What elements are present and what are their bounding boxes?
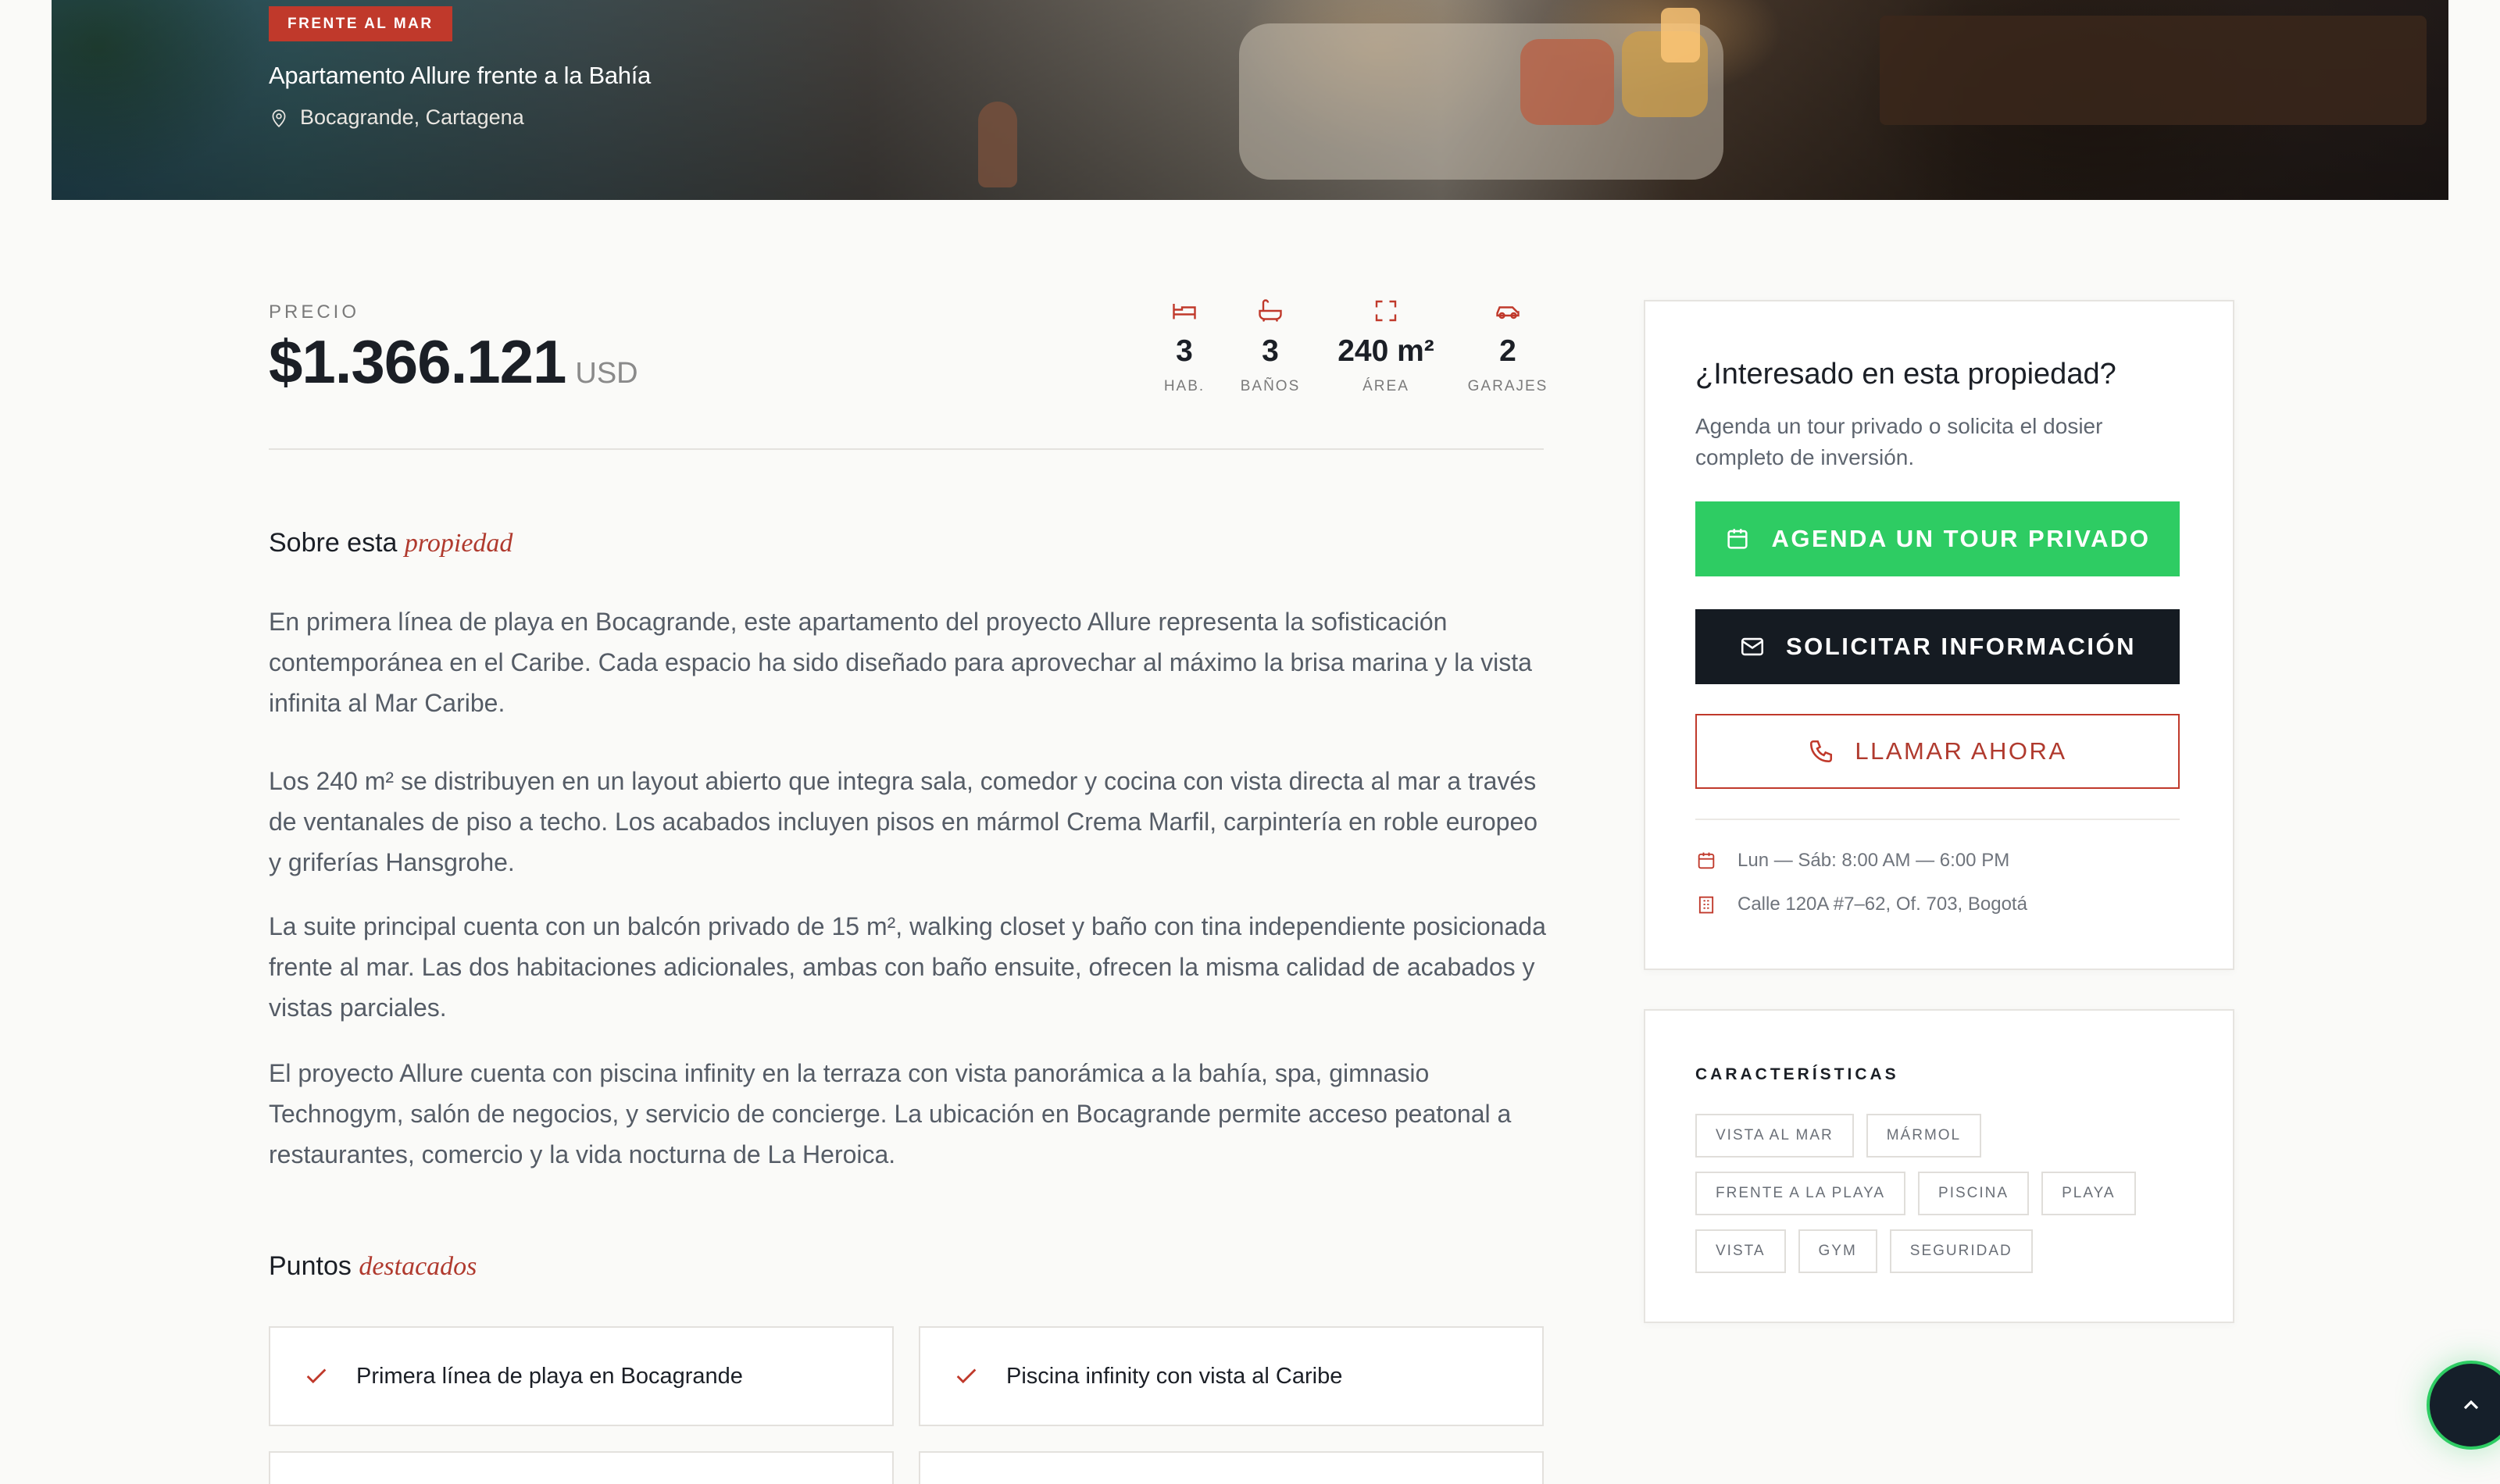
feature-tag: VISTA [1695,1229,1786,1273]
divider [269,448,1544,450]
contact-card: ¿Interesado en esta propiedad? Agenda un… [1644,300,2234,970]
about-title: Sobre esta propiedad [269,528,512,558]
check-icon [306,1368,327,1384]
stat-garages: 2 GARAJES [1453,297,1562,395]
property-location: Bocagrande, Cartagena [269,105,651,130]
about-paragraph: La suite principal cuenta con un balcón … [269,912,1546,1022]
about-title-emphasis: propiedad [404,529,513,558]
call-now-button[interactable]: LLAMAR AHORA [1695,714,2180,789]
highlight-item [919,1451,1544,1484]
highlight-item: Primera línea de playa en Bocagrande [269,1326,894,1426]
features-title: CARACTERÍSTICAS [1695,1065,1899,1083]
chevron-up-icon [2463,1400,2479,1410]
stat-area: 240 m² ÁREA [1331,297,1441,395]
check-icon [956,1368,977,1384]
highlights-title-plain: Puntos [269,1251,352,1281]
features-card: CARACTERÍSTICAS VISTA AL MAR MÁRMOL FREN… [1644,1009,2234,1323]
phone-icon [1810,740,1833,763]
feature-tag: PISCINA [1918,1172,2030,1215]
highlights-title-emphasis: destacados [359,1252,477,1281]
bed-icon [1173,304,1196,319]
hero-image: FRENTE AL MAR Apartamento Allure frente … [52,0,2448,200]
office-hours: Lun — Sáb: 8:00 AM — 6:00 PM [1695,850,2009,872]
area-icon [1375,300,1397,322]
schedule-tour-label: AGENDA UN TOUR PRIVADO [1771,525,2151,552]
map-pin-icon [272,109,286,127]
stat-value: 3 [1262,334,1279,368]
request-info-label: SOLICITAR INFORMACIÓN [1785,633,2136,660]
feature-tag: MÁRMOL [1866,1114,1982,1158]
highlight-text: Primera línea de playa en Bocagrande [356,1363,743,1389]
price-currency: USD [575,357,638,390]
schedule-tour-button[interactable]: AGENDA UN TOUR PRIVADO [1695,501,2180,576]
stat-label: BAÑOS [1240,378,1301,394]
mail-icon [1741,637,1764,656]
feature-tag: SEGURIDAD [1889,1229,2033,1273]
feature-tag: VISTA AL MAR [1695,1114,1854,1158]
stat-value: 2 [1499,334,1516,368]
about-title-plain: Sobre esta [269,528,398,558]
price: $1.366.121 USD [269,326,638,398]
property-title: Apartamento Allure frente a la Bahía [269,62,651,89]
bathtub-icon [1259,299,1282,323]
office-address-text: Calle 120A #7–62, Of. 703, Bogotá [1738,894,2027,915]
call-now-label: LLAMAR AHORA [1855,737,2067,765]
price-value: $1.366.121 [269,327,566,396]
highlights-title: Puntos destacados [269,1251,477,1282]
location-text: Bocagrande, Cartagena [300,105,524,129]
calendar-icon [1698,852,1715,869]
contact-title: ¿Interesado en esta propiedad? [1695,358,2116,391]
stat-label: ÁREA [1362,378,1409,394]
about-paragraph: El proyecto Allure cuenta con piscina in… [269,1059,1512,1168]
feature-tag: PLAYA [2041,1172,2136,1215]
stat-label: GARAJES [1467,378,1548,394]
calendar-icon [1727,529,1748,549]
contact-subtitle: Agenda un tour privado o solicita el dos… [1695,414,2103,469]
category-badge: FRENTE AL MAR [269,6,452,41]
feature-tag: GYM [1798,1229,1877,1273]
stat-value: 240 m² [1338,334,1434,368]
highlight-item [269,1451,894,1484]
price-label: PRECIO [269,301,360,323]
request-info-button[interactable]: SOLICITAR INFORMACIÓN [1695,609,2180,684]
building-icon [1698,896,1714,914]
car-icon [1496,306,1520,319]
highlight-item: Piscina infinity con vista al Caribe [919,1326,1544,1426]
about-paragraph: En primera línea de playa en Bocagrande,… [269,608,1532,717]
office-address: Calle 120A #7–62, Of. 703, Bogotá [1695,894,2027,915]
about-paragraph: Los 240 m² se distribuyen en un layout a… [269,767,1538,876]
office-hours-text: Lun — Sáb: 8:00 AM — 6:00 PM [1738,850,2010,871]
feature-tag: FRENTE A LA PLAYA [1695,1172,1906,1215]
stat-bathrooms: 3 BAÑOS [1216,297,1325,395]
highlight-text: Piscina infinity con vista al Caribe [1006,1363,1343,1389]
property-page: FRENTE AL MAR Apartamento Allure frente … [52,0,2500,1484]
feature-tags: VISTA AL MAR MÁRMOL FRENTE A LA PLAYA PI… [1695,1114,2195,1287]
scroll-to-top-button[interactable] [2427,1361,2500,1450]
divider [1695,819,2180,820]
